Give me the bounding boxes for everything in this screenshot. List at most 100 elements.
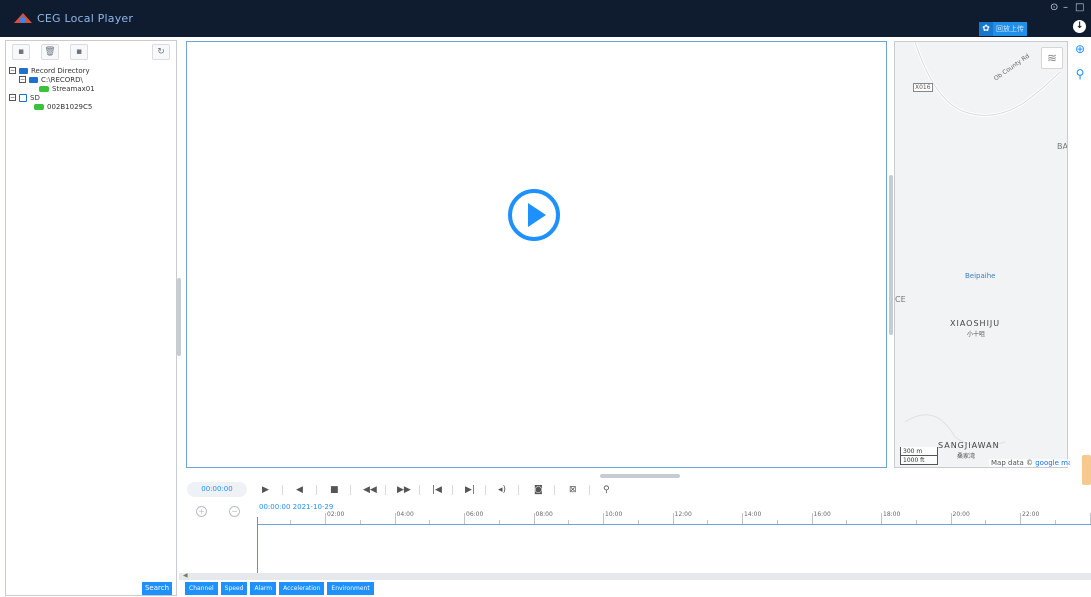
clip-icon[interactable]: ⊠	[569, 484, 577, 496]
hour-tick	[464, 513, 465, 524]
folder-button[interactable]: ▪	[70, 44, 88, 60]
location-pin-icon[interactable]: ⚲	[1073, 67, 1087, 81]
tab-speed[interactable]: Speed	[220, 582, 248, 595]
title-bar: CEG Local Player ⊙ – □ ✿ 回放上传 ↓	[0, 0, 1091, 37]
divider	[485, 485, 486, 495]
hour-tick-label: 02:00	[327, 511, 345, 518]
maximize-button[interactable]: □	[1075, 3, 1084, 13]
minimize-button[interactable]: –	[1063, 3, 1068, 13]
scale-imperial: 1000 ft	[900, 456, 938, 465]
collapse-toggle[interactable]: −	[9, 94, 16, 101]
video-player[interactable]	[186, 41, 887, 468]
bottom-tabs: Channel Speed Alarm Acceleration Environ…	[185, 582, 374, 595]
layers-icon: ≋	[1046, 51, 1058, 65]
delete-button[interactable]: 🗑	[41, 44, 59, 60]
slow-down-icon[interactable]: ◀◀	[363, 484, 377, 496]
snapshot-icon[interactable]: ◙	[534, 484, 543, 496]
open-folder-button[interactable]: ▪	[12, 44, 30, 60]
map-layers-button[interactable]: ≋	[1041, 47, 1063, 69]
folder-icon: ▪	[75, 47, 83, 57]
tree-node-record-directory[interactable]: − Record Directory	[9, 66, 95, 75]
search-video-icon[interactable]: ⚲	[603, 484, 610, 496]
search-button[interactable]: Search	[142, 582, 172, 595]
upload-tab-label: 回放上传	[996, 25, 1024, 33]
refresh-button[interactable]: ↻	[152, 44, 170, 60]
divider	[385, 485, 386, 495]
tree-node-device[interactable]: Streamax01	[9, 84, 95, 93]
map-splitter[interactable]	[889, 175, 893, 335]
place-sublabel: 桑家湾	[957, 453, 976, 460]
tree-node-record-path[interactable]: − C:\RECORD\	[9, 75, 95, 84]
hour-tick	[1020, 513, 1021, 524]
hour-tick-label: 04:00	[396, 511, 414, 518]
hour-tick-label: 16:00	[813, 511, 831, 518]
divider	[282, 485, 283, 495]
play-icon[interactable]	[507, 188, 561, 242]
hour-tick	[881, 513, 882, 524]
tree-node-label: C:\RECORD\	[41, 75, 83, 84]
divider	[589, 485, 590, 495]
collapse-toggle[interactable]: −	[19, 76, 26, 83]
hour-tick	[603, 513, 604, 524]
tab-alarm[interactable]: Alarm	[250, 582, 277, 595]
fast-forward-icon[interactable]: ▶▶	[397, 484, 411, 496]
stop-icon[interactable]: ■	[330, 484, 339, 496]
timeline-cursor[interactable]	[257, 517, 258, 573]
current-time-field[interactable]: 00:00:00	[187, 482, 247, 497]
folder-icon	[29, 76, 38, 83]
divider	[452, 485, 453, 495]
map-pegman-icon[interactable]	[1082, 455, 1091, 485]
timeline-scrollbar[interactable]: ◀	[179, 572, 1091, 580]
place-label: BA	[1057, 142, 1068, 151]
upload-icon: ✿	[979, 22, 993, 36]
refresh-icon: ↻	[157, 47, 165, 57]
open-folder-icon: ▪	[17, 47, 25, 57]
scale-metric: 300 m	[900, 447, 938, 456]
tab-environment[interactable]: Environment	[327, 582, 374, 595]
scroll-left-icon[interactable]: ◀	[183, 572, 188, 579]
divider	[350, 485, 351, 495]
left-splitter[interactable]	[177, 278, 181, 356]
hour-tick-label: 22:00	[1022, 511, 1040, 518]
tab-channel[interactable]: Channel	[185, 582, 218, 595]
place-label: XIAOSHIJU	[950, 319, 1001, 328]
frame-back-icon[interactable]: |◀	[432, 484, 442, 496]
tree-node-label: SD	[30, 93, 40, 102]
frame-forward-icon[interactable]: ▶|	[465, 484, 475, 496]
settings-icon[interactable]: ⊙	[1050, 3, 1058, 13]
bottom-splitter[interactable]	[600, 474, 680, 478]
app-title: CEG Local Player	[37, 12, 134, 25]
hour-tick	[742, 513, 743, 524]
reverse-play-icon[interactable]: ◀	[296, 484, 303, 496]
zoom-in-icon[interactable]: +	[196, 506, 207, 517]
record-tree: − Record Directory − C:\RECORD\ Streamax…	[9, 66, 95, 111]
divider	[518, 485, 519, 495]
hour-tick-label: 12:00	[674, 511, 692, 518]
hour-tick	[533, 513, 535, 524]
volume-icon[interactable]: ◂)	[498, 484, 506, 496]
device-toolbar: ▪ 🗑 ▪ ↻	[6, 41, 176, 63]
collapse-toggle[interactable]: −	[9, 67, 16, 74]
map-side-toolbar: ⊕ ⚲	[1070, 40, 1091, 470]
vehicle-icon	[39, 85, 49, 92]
hour-tick	[394, 513, 396, 524]
vehicle-icon	[34, 103, 44, 110]
hour-tick	[1089, 513, 1091, 524]
locate-icon[interactable]: ⊕	[1073, 42, 1087, 56]
tab-acceleration[interactable]: Acceleration	[279, 582, 325, 595]
tree-node-device[interactable]: 002B1029C5	[9, 102, 95, 111]
hour-tick-label: 08:00	[535, 511, 553, 518]
attribution-text: Map data ©	[991, 459, 1033, 467]
zoom-out-icon[interactable]: −	[229, 506, 240, 517]
tree-node-sd[interactable]: − SD	[9, 93, 95, 102]
download-icon[interactable]: ↓	[1073, 20, 1086, 33]
map-view[interactable]: X016 Ob County Rd BA Beipaihe XIAOSHIJU …	[894, 41, 1068, 468]
hour-tick-label: 14:00	[744, 511, 762, 518]
timeline-axis	[257, 524, 1091, 525]
map-attribution: Map data © google map	[989, 459, 1079, 467]
place-label: Beipaihe	[965, 272, 996, 280]
upload-tab[interactable]: ✿ 回放上传	[979, 22, 1027, 36]
app-window: CEG Local Player ⊙ – □ ✿ 回放上传 ↓ ▪ 🗑 ▪ ↻ …	[0, 0, 1091, 597]
timeline[interactable]: 00:00:00 2021-10-29 02:00 04:00 06:00 08:00…	[257, 503, 1091, 573]
play-icon[interactable]: ▶	[262, 484, 269, 496]
